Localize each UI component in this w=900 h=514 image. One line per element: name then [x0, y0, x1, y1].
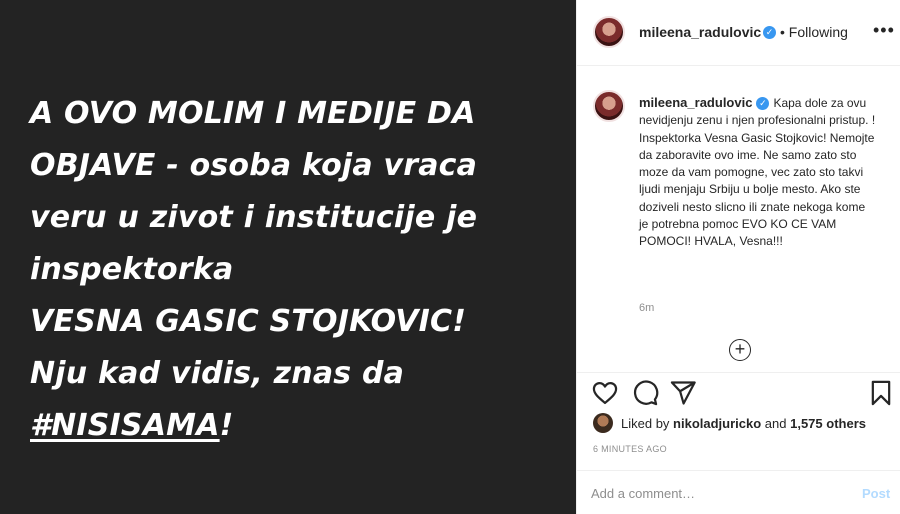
post-image[interactable]: A OVO MOLIM I MEDIJE DA OBJAVE - osoba k…: [0, 0, 576, 514]
post-image-text: A OVO MOLIM I MEDIJE DA OBJAVE - osoba k…: [30, 88, 560, 452]
caption-username[interactable]: mileena_radulovic: [639, 95, 752, 110]
caption-text: Kapa dole za ovu nevidjenju zenu i njen …: [639, 96, 876, 249]
comment-icon[interactable]: [631, 379, 659, 407]
hashtag: #NISISAMA: [30, 408, 220, 443]
post-text-line: veru u zivot i institucije je: [30, 200, 478, 235]
more-options-icon[interactable]: •••: [873, 20, 895, 41]
post-text-line: inspektorka: [30, 252, 234, 287]
liker-username[interactable]: nikoladjuricko: [673, 416, 761, 431]
action-bar: Liked by nikoladjuricko and 1,575 others…: [577, 372, 900, 470]
likes-count-link[interactable]: 1,575 others: [790, 416, 866, 431]
likes-text: Liked by nikoladjuricko and 1,575 others: [621, 416, 866, 431]
hashtag-suffix: !: [219, 408, 234, 443]
liker-avatar[interactable]: [593, 413, 613, 433]
post-text-hashtag-line: #NISISAMA!: [30, 400, 560, 452]
post-text-line: OBJAVE - osoba koja vraca: [30, 148, 478, 183]
share-icon[interactable]: [669, 379, 697, 407]
heart-icon[interactable]: [591, 379, 619, 407]
comment-input[interactable]: [591, 481, 831, 505]
following-button[interactable]: • Following: [780, 24, 848, 40]
post-header: mileena_radulovic ✓ • Following •••: [577, 0, 900, 66]
caption: mileena_radulovic ✓ Kapa dole za ovu nevid…: [639, 94, 877, 251]
post-comment-button[interactable]: Post: [862, 486, 890, 501]
load-more-comments-icon[interactable]: +: [729, 339, 751, 361]
caption-area: mileena_radulovic ✓ Kapa dole za ovu nevid…: [577, 66, 900, 372]
comment-box: Post: [577, 470, 900, 514]
post-text-line: Nju kad vidis, znas da: [30, 356, 405, 391]
verified-badge-icon: ✓: [756, 97, 770, 111]
likes-middle: and: [761, 416, 791, 431]
post-text-line: A OVO MOLIM I MEDIJE DA: [30, 96, 476, 131]
caption-avatar[interactable]: [593, 90, 625, 122]
avatar[interactable]: [593, 16, 625, 48]
post-text-line: VESNA GASIC STOJKOVIC!: [30, 304, 467, 339]
bookmark-icon[interactable]: [867, 379, 895, 407]
verified-badge-icon: ✓: [763, 26, 776, 39]
caption-timestamp[interactable]: 6m: [639, 302, 654, 314]
likes-prefix: Liked by: [621, 416, 674, 431]
header-username[interactable]: mileena_radulovic: [639, 24, 761, 40]
post-side-panel: mileena_radulovic ✓ • Following ••• mile…: [576, 0, 900, 514]
post-age[interactable]: 6 MINUTES AGO: [593, 444, 667, 454]
